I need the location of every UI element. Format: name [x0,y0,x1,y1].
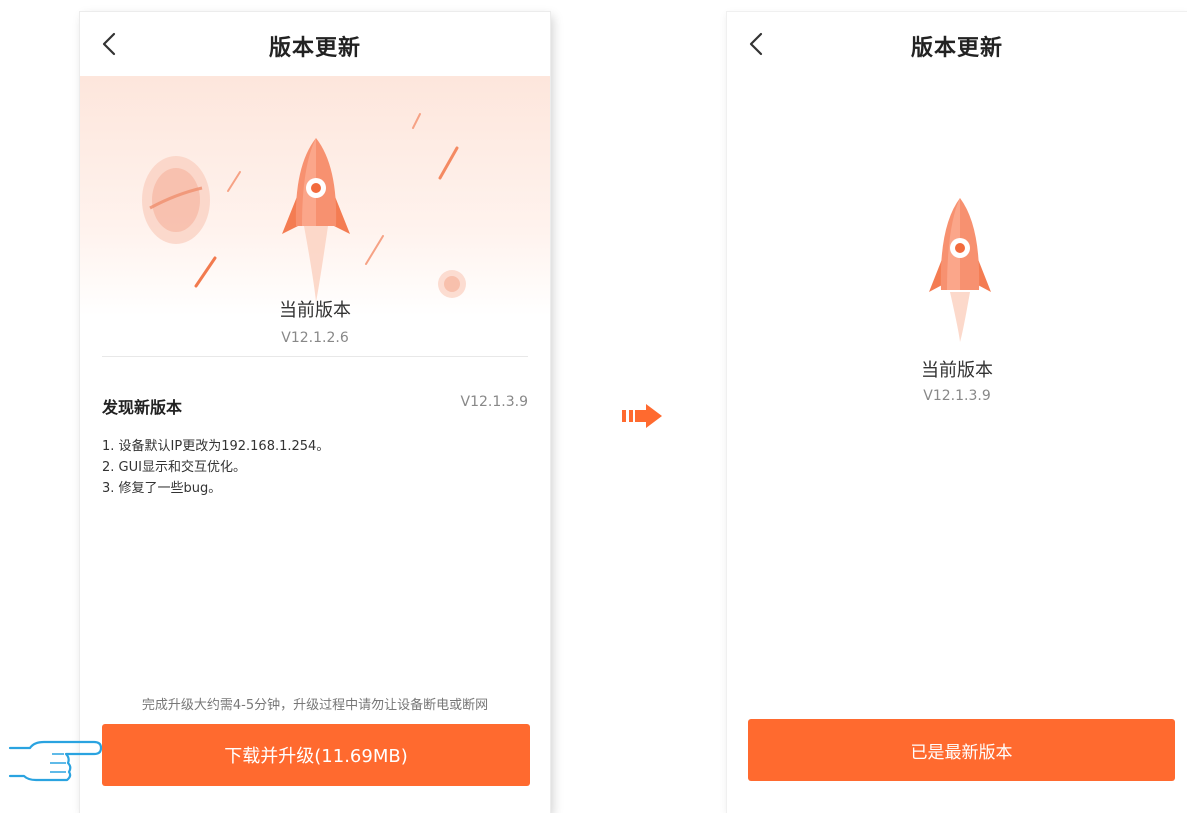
current-version-value: V12.1.3.9 [923,388,991,404]
upgrade-tip: 完成升级大约需4-5分钟，升级过程中请勿让设备断电或断网 [141,698,489,713]
release-note-item: 3. 修复了一些bug。 [102,481,222,496]
page-title: 版本更新 [910,36,1003,61]
current-version-label: 当前版本 [279,300,351,321]
release-notes: 1. 设备默认IP更改为192.168.1.254。 2. GUI显示和交互优化… [102,436,329,499]
nav-bar: 版本更新 [80,12,550,76]
page-title: 版本更新 [268,36,361,61]
divider [102,356,528,357]
already-latest-button[interactable]: 已是最新版本 [748,719,1175,781]
new-version-title: 发现新版本 [102,398,183,417]
planet-icon [142,156,210,244]
current-version-value: V12.1.2.6 [281,330,349,346]
pointing-hand-icon [8,740,103,782]
current-version-label: 当前版本 [921,360,993,381]
rocket-icon [142,113,466,302]
rocket-icon [929,198,991,342]
release-note-item: 2. GUI显示和交互优化。 [102,460,246,475]
download-upgrade-button[interactable]: 下载并升级(11.69MB) [102,724,530,786]
version-update-screen-before: 版本更新 当前版本 V12.1.2.6 发现新版本 V12.1.3.9 1. 设… [80,12,550,813]
arrow-right-icon [622,404,662,428]
hero-illustration [80,76,550,316]
release-note-item: 1. 设备默认IP更改为192.168.1.254。 [102,439,330,454]
nav-bar: 版本更新 [727,12,1187,76]
new-version-value: V12.1.3.9 [460,394,528,410]
version-update-screen-after: 版本更新 当前版本 V12.1.3.9 已是最新版本 [727,12,1187,813]
